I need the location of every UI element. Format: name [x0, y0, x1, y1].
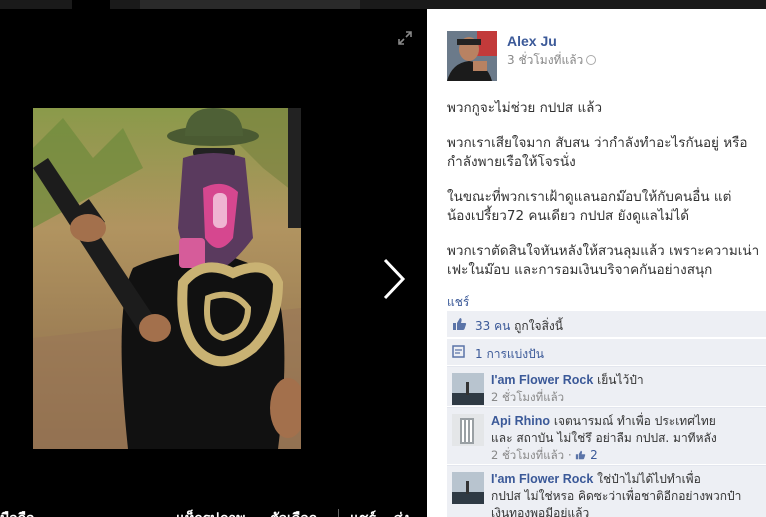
- likes-text: 33 คน ถูกใจสิ่งนี้: [475, 317, 563, 336]
- post-photo[interactable]: [33, 108, 301, 449]
- comment-text: กปปส ไม่ใช่หรอ คิดซะว่าเพื่อชาติอีกอย่าง…: [491, 489, 742, 503]
- post-timestamp[interactable]: 3 ชั่วโมงที่แล้ว: [507, 51, 597, 70]
- post-panel: Alex Ju 3 ชั่วโมงที่แล้ว พวกกูจะไม่ช่วย …: [427, 9, 766, 517]
- likes-suffix: ถูกใจสิ่งนี้: [514, 319, 563, 333]
- comment-likes-count[interactable]: 2: [590, 448, 598, 462]
- commenter-avatar[interactable]: [452, 373, 484, 405]
- shares-count-link[interactable]: 1 การแบ่งปัน: [475, 345, 544, 364]
- like-icon: [453, 318, 467, 330]
- options-button[interactable]: ตัวเลือก: [270, 508, 317, 517]
- post-line: กำลังพายเรือให้โจรนั่ง: [447, 154, 576, 170]
- mobile-label: มือถือ: [0, 508, 35, 517]
- share-button[interactable]: แชร์: [350, 508, 376, 517]
- avatar[interactable]: [447, 31, 497, 81]
- post-paragraph: ในขณะที่พวกเราเฝ้าดูแลนอกม๊อบให้กับคนอื่…: [447, 188, 766, 226]
- comment-body: I'am Flower Rock เย็นไว้ป๋า 2 ชั่วโมงที่…: [491, 372, 766, 406]
- comment: I'am Flower Rock เย็นไว้ป๋า 2 ชั่วโมงที่…: [447, 366, 766, 406]
- commenter-name[interactable]: Api Rhino: [491, 414, 550, 428]
- post-line: เฟะในม๊อบ และการอมเงินบริจาคกันอย่างสนุก: [447, 262, 713, 278]
- top-strip: [0, 0, 766, 9]
- post-paragraph: พวกเราตัดสินใจหันหลังให้สวนลุมแล้ว เพราะ…: [447, 242, 766, 280]
- post-time-text[interactable]: 3 ชั่วโมงที่แล้ว: [507, 53, 583, 67]
- comment-meta: ·: [567, 448, 576, 462]
- divider: [338, 509, 339, 517]
- post-paragraph: พวกกูจะไม่ช่วย กปปส แล้ว: [447, 100, 603, 116]
- comment-text: เจตนารมณ์ ทำเพื่อ ประเทศไทย: [553, 414, 716, 428]
- post-line: พวกเราเสียใจมาก สับสน ว่ากำลังทำอะไรกันอ…: [447, 135, 748, 151]
- comment-text: และ สถาบัน ไม่ใช่รึ อย่าลืม กปปส. มาทีหล…: [491, 431, 717, 445]
- likes-count-link[interactable]: 33 คน: [475, 319, 510, 333]
- photo-stage: มือถือ แท็กรูปภาพ ตัวเลือก แชร์ ส่ง: [0, 9, 427, 517]
- photo-action-bar: มือถือ แท็กรูปภาพ ตัวเลือก แชร์ ส่ง: [0, 499, 427, 517]
- top-strip-segment: [72, 0, 110, 9]
- expand-icon[interactable]: [398, 31, 412, 45]
- next-arrow-icon[interactable]: [380, 257, 408, 301]
- commenter-name[interactable]: I'am Flower Rock: [491, 472, 593, 486]
- share-icon: [452, 345, 465, 358]
- post-line: ในขณะที่พวกเราเฝ้าดูแลนอกม๊อบให้กับคนอื่…: [447, 189, 732, 205]
- send-button[interactable]: ส่ง: [394, 508, 409, 517]
- post-line: พวกเราตัดสินใจหันหลังให้สวนลุมแล้ว เพราะ…: [447, 243, 760, 259]
- comment: Api Rhino เจตนารมณ์ ทำเพื่อ ประเทศไทย แล…: [447, 407, 766, 464]
- commenter-avatar[interactable]: [452, 414, 484, 446]
- comment: I'am Flower Rock ใช่ป๋าไม่ได้ไปทำเพื่อ ก…: [447, 465, 766, 517]
- comment-text: เย็นไว้ป๋า: [597, 373, 644, 387]
- comment-text: ใช่ป๋าไม่ได้ไปทำเพื่อ: [597, 472, 701, 486]
- comment-text: เงินทองพอมีอยู่แล้ว: [491, 506, 590, 517]
- comment-time[interactable]: 2 ชั่วโมงที่แล้ว: [491, 390, 564, 404]
- commenter-avatar[interactable]: [452, 472, 484, 504]
- comment-time[interactable]: 2 ชั่วโมงที่แล้ว: [491, 448, 564, 462]
- share-link[interactable]: แชร์: [447, 293, 469, 312]
- author-name[interactable]: Alex Ju: [507, 33, 557, 49]
- tag-photo-button[interactable]: แท็กรูปภาพ: [176, 508, 245, 517]
- post-line: น้องเปรี้ยว72 คนเดียว กปปส ยังดูแลไม่ได้: [447, 208, 690, 224]
- globe-icon: [586, 55, 597, 65]
- likes-row: 33 คน ถูกใจสิ่งนี้: [447, 311, 766, 337]
- post-paragraph: พวกเราเสียใจมาก สับสน ว่ากำลังทำอะไรกันอ…: [447, 134, 766, 172]
- commenter-name[interactable]: I'am Flower Rock: [491, 373, 593, 387]
- shares-row: 1 การแบ่งปัน: [447, 339, 766, 365]
- comment-body: I'am Flower Rock ใช่ป๋าไม่ได้ไปทำเพื่อ ก…: [491, 471, 766, 517]
- like-icon: [576, 450, 586, 460]
- top-strip-segment: [140, 0, 360, 9]
- post-text: พวกกูจะไม่ช่วย กปปส แล้ว พวกเราเสียใจมาก…: [447, 99, 766, 296]
- comment-body: Api Rhino เจตนารมณ์ ทำเพื่อ ประเทศไทย แล…: [491, 413, 766, 464]
